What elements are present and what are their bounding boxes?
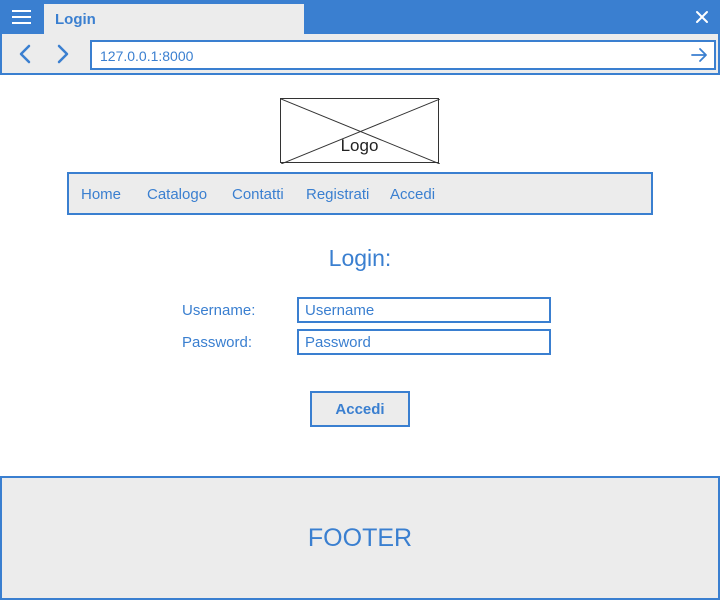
login-button[interactable]: Accedi <box>310 391 410 427</box>
footer: FOOTER <box>0 476 720 600</box>
page-title: Login: <box>328 245 392 271</box>
browser-tab[interactable]: Login <box>44 4 304 34</box>
nav-catalogo[interactable]: Catalogo <box>147 186 207 203</box>
nav-home[interactable]: Home <box>81 186 121 203</box>
hamburger-icon[interactable] <box>12 10 31 24</box>
chevron-right-icon[interactable] <box>52 43 72 65</box>
tab-title: Login <box>55 11 96 28</box>
address-bar[interactable]: 127.0.0.1:8000 <box>90 40 716 70</box>
logo: Logo <box>280 98 440 164</box>
password-input[interactable] <box>297 329 551 355</box>
close-icon[interactable] <box>692 7 712 27</box>
username-input[interactable] <box>297 297 551 323</box>
url-text: 127.0.0.1:8000 <box>100 48 194 64</box>
logo-label: Logo <box>340 136 379 155</box>
chevron-left-icon[interactable] <box>16 43 36 65</box>
nav-registrati[interactable]: Registrati <box>306 186 369 203</box>
arrow-right-icon[interactable] <box>690 46 708 64</box>
window-titlebar: Login <box>0 0 720 34</box>
site-nav: Home Catalogo Contatti Registrati Accedi <box>67 172 653 215</box>
nav-accedi[interactable]: Accedi <box>390 186 435 203</box>
footer-text: FOOTER <box>307 524 413 552</box>
password-label: Password: <box>182 334 253 351</box>
browser-toolbar: 127.0.0.1:8000 <box>0 34 720 75</box>
nav-contatti[interactable]: Contatti <box>232 186 284 203</box>
username-label: Username: <box>182 302 256 319</box>
